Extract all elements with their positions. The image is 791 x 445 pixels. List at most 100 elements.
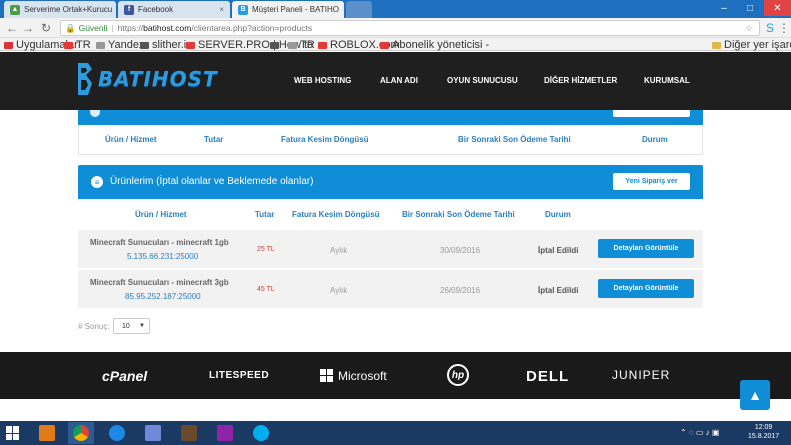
taskbar-ie[interactable] (104, 422, 130, 444)
page-icon (140, 41, 149, 49)
media-player-icon (39, 425, 55, 441)
tab-title: Serverime Ortak+Kurucu (24, 5, 113, 14)
product-amount: 45 TL (257, 286, 275, 293)
table1-header-status[interactable]: Durum (642, 135, 668, 144)
view-details-button[interactable]: Detayları Görüntüle (598, 239, 694, 258)
divider: | (111, 23, 114, 33)
product-due-date: 30/09/2016 (440, 246, 481, 255)
taskbar-skype[interactable] (248, 422, 274, 444)
taskbar-chrome[interactable] (68, 422, 94, 444)
taskbar-minecraft[interactable] (176, 422, 202, 444)
address-bar[interactable]: 🔒 Güvenli | https:// batihost.com /clien… (60, 20, 760, 36)
apps-icon (4, 41, 13, 49)
panel-title: Ürünlerim (İptal olanlar ve Beklemede ol… (110, 176, 314, 187)
tab-title: Facebook (138, 5, 174, 14)
close-icon[interactable]: × (112, 5, 116, 14)
tab-musteri-paneli[interactable]: B Müşteri Paneli - BATIHO × (232, 1, 344, 18)
nav-diger-hizmetler[interactable]: DİĞER HİZMETLER (544, 76, 617, 85)
nav-oyun-sunucusu[interactable]: OYUN SUNUCUSU (447, 76, 518, 85)
chrome-icon (73, 425, 89, 441)
panel-header-active (78, 110, 703, 125)
bookmark-tr[interactable]: TR (64, 39, 91, 51)
new-order-button[interactable]: Yeni Sipariş ver (613, 173, 690, 190)
list-icon: ≡ (91, 176, 103, 188)
hp-logo-text: hp (451, 369, 465, 381)
nav-alan-adi[interactable]: ALAN ADI (380, 76, 418, 85)
menu-icon[interactable]: ⋮ (776, 20, 791, 36)
tab-facebook[interactable]: f Facebook × (118, 1, 230, 18)
bookmark-tr-2[interactable]: TR (288, 39, 315, 51)
url-path: /clientarea.php?action=products (191, 23, 313, 33)
table1-header-due-date[interactable]: Bir Sonraki Son Ödeme Tarihi (458, 135, 571, 144)
microsoft-logo: Microsoft (338, 369, 387, 383)
table1-header-amount[interactable]: Tutar (204, 135, 223, 144)
microsoft-logo-icon (320, 369, 333, 382)
table2-header-due-date[interactable]: Bir Sonraki Son Ödeme Tarihi (402, 210, 515, 219)
bookmark-other[interactable]: Diğer yer işaretleri (712, 39, 791, 51)
minecraft-icon (181, 425, 197, 441)
table2-header-cycle[interactable]: Fatura Kesim Döngüsü (292, 210, 380, 219)
page-icon (96, 41, 105, 49)
table2-header-status[interactable]: Durum (545, 210, 571, 219)
table1-header-row (78, 125, 703, 155)
product-cycle: Aylık (330, 246, 348, 255)
table1-header-cycle[interactable]: Fatura Kesim Döngüsü (281, 135, 369, 144)
url-protocol: https:// (117, 23, 144, 33)
back-icon[interactable]: ← (4, 20, 20, 36)
batihost-icon: B (238, 4, 248, 15)
minimize-icon[interactable]: – (712, 0, 736, 16)
tray-icons[interactable]: ⌃ ◌ ▭ ♪ ▣ (680, 428, 719, 437)
facebook-icon: f (124, 4, 134, 15)
panel-button[interactable] (613, 110, 690, 117)
product-name: Minecraft Sunucuları - minecraft 1gb (90, 238, 229, 247)
reload-icon[interactable]: ↻ (38, 20, 54, 36)
bookmark-slither[interactable]: slither.io (140, 39, 192, 51)
windows-logo-icon (6, 426, 20, 440)
table2-header-product[interactable]: Ürün / Hizmet (135, 210, 187, 219)
table1-header-product[interactable]: Ürün / Hizmet (105, 135, 157, 144)
roblox-icon (318, 41, 327, 49)
close-icon[interactable]: × (215, 5, 224, 14)
product-ip-link[interactable]: 85.95.252.187:25000 (125, 292, 201, 301)
taskbar-media-player[interactable] (34, 422, 60, 444)
folder-icon (712, 41, 721, 49)
tab-title: Müşteri Paneli - BATIHO (252, 5, 339, 14)
taskbar-winrar[interactable] (212, 422, 238, 444)
results-select[interactable]: 10 ▼ (113, 318, 150, 334)
star-icon[interactable]: ☆ (745, 23, 753, 34)
hp-logo: hp (447, 364, 469, 386)
forward-icon[interactable]: → (20, 20, 36, 36)
tab-serverime[interactable]: ▲ Serverime Ortak+Kurucu × (4, 1, 116, 18)
product-amount: 25 TL (257, 246, 275, 253)
start-button[interactable] (0, 422, 26, 444)
bookmark-icon-only[interactable] (270, 39, 282, 51)
bookmark-abonelik[interactable]: Abonelik yöneticisi - (380, 39, 489, 51)
juniper-logo: JUNIPER (612, 368, 671, 382)
logo-text: BATIHOST (98, 67, 218, 91)
table2-header-amount[interactable]: Tutar (255, 210, 274, 219)
new-tab-button[interactable] (346, 1, 372, 18)
site-logo[interactable]: BATIHOST (76, 58, 218, 100)
security-label: Güvenli (78, 23, 108, 33)
product-ip-link[interactable]: 5.135.66.231:25000 (127, 252, 198, 261)
product-cycle: Aylık (330, 286, 348, 295)
scroll-to-top-button[interactable]: ▲ (740, 380, 770, 410)
cpanel-logo: cPanel (102, 368, 148, 384)
lock-icon: 🔒 (65, 22, 76, 33)
litespeed-logo: LITESPEED (209, 370, 270, 381)
maximize-icon[interactable]: □ (738, 0, 762, 16)
nav-web-hosting[interactable]: WEB HOSTING (294, 76, 351, 85)
results-label: # Sonuç: (78, 322, 110, 331)
bookmark-yandex[interactable]: Yandex (96, 39, 145, 51)
system-clock[interactable]: 12:09 15.8.2017 (748, 423, 779, 441)
nav-kurumsal[interactable]: KURUMSAL (644, 76, 690, 85)
close-icon[interactable]: × (339, 5, 344, 14)
taskbar-discord[interactable] (140, 422, 166, 444)
view-details-button[interactable]: Detayları Görüntüle (598, 279, 694, 298)
chevron-up-icon: ▲ (748, 387, 762, 403)
results-value: 10 (122, 322, 130, 330)
dell-logo: DELL (526, 368, 570, 385)
youtube-icon (380, 41, 389, 49)
close-window-icon[interactable]: ✕ (764, 0, 791, 16)
logo-mark-icon (78, 63, 92, 95)
